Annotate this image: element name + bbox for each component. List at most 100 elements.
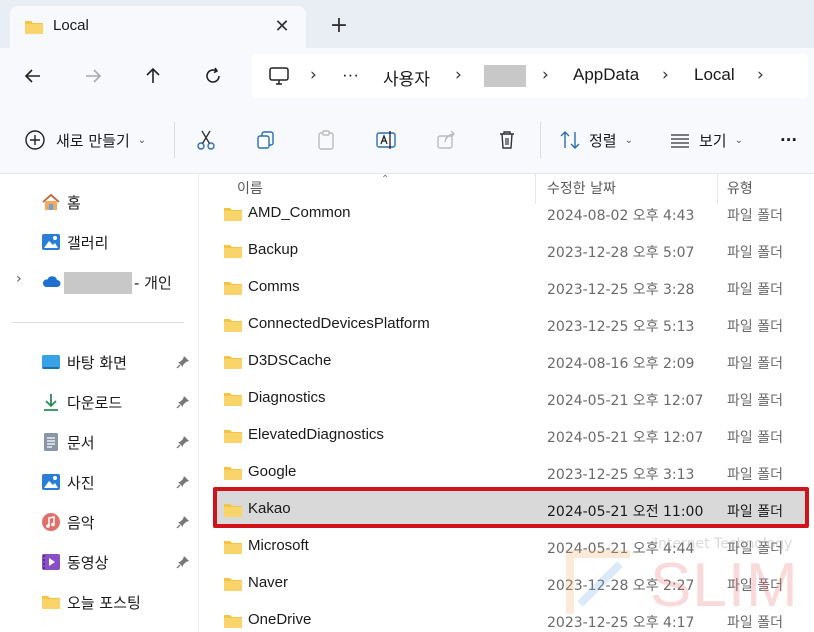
table-row[interactable]: Kakao 2024-05-21 오전 11:00 파일 폴더 bbox=[213, 491, 805, 528]
refresh-icon bbox=[206, 67, 220, 83]
file-type: 파일 폴더 bbox=[727, 356, 783, 372]
file-name: ElevatedDiagnostics bbox=[248, 426, 384, 443]
refresh-button[interactable] bbox=[197, 60, 229, 92]
folder-icon bbox=[224, 615, 242, 628]
table-row[interactable]: Backup 2023-12-28 오후 5:07 파일 폴더 bbox=[213, 232, 805, 269]
breadcrumb-ellipsis[interactable]: ··· bbox=[342, 65, 359, 85]
file-date: 2024-05-21 오후 4:44 bbox=[547, 541, 695, 557]
trash-icon bbox=[500, 131, 514, 149]
file-name: Google bbox=[248, 463, 297, 480]
file-name: D3DSCache bbox=[248, 352, 332, 369]
file-type: 파일 폴더 bbox=[727, 467, 783, 483]
new-tab-button[interactable]: + bbox=[326, 12, 352, 38]
file-date: 2023-12-28 오후 2:27 bbox=[547, 578, 695, 594]
breadcrumb-chevron-icon: › bbox=[757, 65, 764, 85]
sidebar-item-label: 다운로드 bbox=[67, 394, 123, 412]
command-bar: 새로 만들기 ⌄ 정렬 ⌄ 보기 ⌄ ··· bbox=[0, 104, 814, 174]
breadcrumb-local[interactable]: Local bbox=[694, 65, 735, 85]
music-icon bbox=[42, 513, 60, 531]
file-type: 파일 폴더 bbox=[727, 430, 783, 446]
pin-icon[interactable] bbox=[176, 515, 190, 529]
file-type: 파일 폴더 bbox=[727, 245, 783, 261]
up-button[interactable] bbox=[137, 60, 169, 92]
address-bar[interactable]: › ··· 사용자 › › AppData › Local › bbox=[252, 54, 808, 98]
share-button[interactable] bbox=[436, 124, 458, 156]
sidebar-item-today-posting[interactable]: 오늘 포스팅 bbox=[0, 586, 198, 618]
paste-button[interactable] bbox=[315, 124, 337, 156]
file-date: 2023-12-25 오후 3:28 bbox=[547, 282, 695, 298]
tab-local[interactable]: Local ✕ bbox=[10, 6, 306, 48]
video-icon bbox=[42, 554, 60, 570]
copy-button[interactable] bbox=[255, 124, 277, 156]
sidebar-item-label: 음악 bbox=[67, 514, 95, 532]
more-options-button[interactable]: ··· bbox=[780, 124, 797, 156]
table-row[interactable]: ConnectedDevicesPlatform 2023-12-25 오후 5:… bbox=[213, 306, 805, 343]
pin-icon[interactable] bbox=[176, 355, 190, 369]
sidebar-item-home[interactable]: 홈 bbox=[0, 186, 198, 218]
breadcrumb-chevron-icon: › bbox=[662, 65, 669, 85]
sidebar-item-onedrive[interactable]: › - 개인 bbox=[0, 266, 198, 298]
tab-title: Local bbox=[53, 17, 89, 34]
table-row[interactable]: D3DSCache 2024-08-16 오후 2:09 파일 폴더 bbox=[213, 343, 805, 380]
delete-button[interactable] bbox=[496, 124, 518, 156]
sidebar-item-desktop[interactable]: 바탕 화면 bbox=[0, 346, 198, 378]
table-row[interactable]: Microsoft 2024-05-21 오후 4:44 파일 폴더 bbox=[213, 528, 805, 565]
view-button[interactable]: 보기 ⌄ bbox=[669, 124, 743, 156]
expand-chevron-icon[interactable]: › bbox=[16, 271, 22, 287]
pictures-icon bbox=[42, 474, 60, 490]
folder-icon bbox=[224, 319, 242, 332]
file-date: 2024-05-21 오전 11:00 bbox=[547, 504, 704, 520]
folder-icon bbox=[224, 430, 242, 443]
sidebar-item-label: 홈 bbox=[67, 194, 81, 212]
file-type: 파일 폴더 bbox=[727, 393, 783, 409]
table-row[interactable]: OneDrive 2023-12-25 오후 4:17 파일 폴더 bbox=[213, 602, 805, 632]
redacted-account-name bbox=[64, 272, 132, 294]
file-list: ⌃ 이름 수정한 날짜 유형 AMD_Common 2024-08-02 오후 4… bbox=[198, 174, 814, 632]
sidebar-item-gallery[interactable]: 갤러리 bbox=[0, 226, 198, 258]
cut-button[interactable] bbox=[195, 124, 217, 156]
file-date: 2023-12-25 오후 5:13 bbox=[547, 319, 695, 335]
back-button[interactable] bbox=[17, 60, 49, 92]
close-tab-icon[interactable]: ✕ bbox=[270, 14, 294, 38]
table-row[interactable]: AMD_Common 2024-08-02 오후 4:43 파일 폴더 bbox=[213, 195, 805, 232]
arrow-up-icon bbox=[146, 67, 160, 83]
sidebar-item-label: 문서 bbox=[67, 434, 95, 452]
breadcrumb-chevron-icon: › bbox=[542, 65, 549, 85]
pin-icon[interactable] bbox=[176, 555, 190, 569]
table-row[interactable]: Google 2023-12-25 오후 3:13 파일 폴더 bbox=[213, 454, 805, 491]
pin-icon[interactable] bbox=[176, 435, 190, 449]
table-row[interactable]: Comms 2023-12-25 오후 3:28 파일 폴더 bbox=[213, 269, 805, 306]
folder-icon bbox=[42, 596, 60, 609]
sidebar-item-pictures[interactable]: 사진 bbox=[0, 466, 198, 498]
rename-button[interactable] bbox=[375, 124, 397, 156]
folder-icon bbox=[224, 504, 242, 517]
new-button[interactable]: 새로 만들기 ⌄ bbox=[24, 124, 146, 156]
plus-circle-icon bbox=[25, 130, 45, 150]
sidebar-item-videos[interactable]: 동영상 bbox=[0, 546, 198, 578]
desktop-icon bbox=[42, 355, 60, 369]
sidebar-item-music[interactable]: 음악 bbox=[0, 506, 198, 538]
file-type: 파일 폴더 bbox=[727, 319, 783, 335]
folder-icon bbox=[25, 21, 43, 34]
sidebar-item-label: - 개인 bbox=[134, 274, 172, 292]
sidebar-item-downloads[interactable]: 다운로드 bbox=[0, 386, 198, 418]
download-icon bbox=[44, 394, 58, 411]
sidebar-item-documents[interactable]: 문서 bbox=[0, 426, 198, 458]
forward-button[interactable] bbox=[77, 60, 109, 92]
breadcrumb-appdata[interactable]: AppData bbox=[573, 65, 639, 85]
share-icon bbox=[437, 130, 455, 149]
file-name: OneDrive bbox=[248, 611, 312, 628]
table-row[interactable]: Diagnostics 2024-05-21 오후 12:07 파일 폴더 bbox=[213, 380, 805, 417]
pin-icon[interactable] bbox=[176, 475, 190, 489]
breadcrumb-users[interactable]: 사용자 bbox=[383, 65, 430, 90]
table-row[interactable]: Naver 2023-12-28 오후 2:27 파일 폴더 bbox=[213, 565, 805, 602]
tab-strip: Local ✕ + bbox=[0, 0, 814, 48]
table-row[interactable]: ElevatedDiagnostics 2024-05-21 오후 12:07 파일… bbox=[213, 417, 805, 454]
pin-icon[interactable] bbox=[176, 395, 190, 409]
sort-button[interactable]: 정렬 ⌄ bbox=[559, 124, 633, 156]
breadcrumb-chevron-icon: › bbox=[310, 65, 317, 85]
file-name: Microsoft bbox=[248, 537, 309, 554]
cloud-icon bbox=[42, 276, 61, 287]
file-type: 파일 폴더 bbox=[727, 615, 783, 631]
file-date: 2023-12-25 오후 3:13 bbox=[547, 467, 695, 483]
